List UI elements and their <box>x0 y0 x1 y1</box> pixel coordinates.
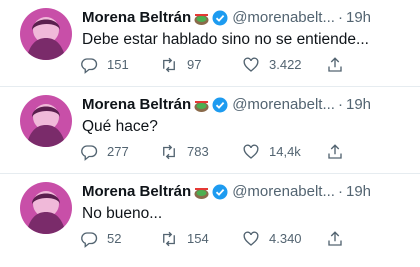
share-icon <box>328 231 342 246</box>
share-button[interactable] <box>326 56 344 74</box>
tweet-feed: Morena Beltrán @morenabelt... · 19h Debe… <box>0 0 420 261</box>
share-button[interactable] <box>326 143 344 161</box>
like-button[interactable]: 4.340 <box>242 230 302 248</box>
retweet-count: 783 <box>187 144 209 159</box>
tweet-actions: 151 97 3.422 <box>80 56 360 76</box>
heart-icon <box>243 57 259 72</box>
tweet[interactable]: Morena Beltrán @morenabelt... · 19h Debe… <box>0 0 420 87</box>
avatar[interactable] <box>20 182 72 234</box>
stadium-emoji-icon <box>194 185 209 200</box>
like-button[interactable]: 14,4k <box>242 143 301 161</box>
author-name[interactable]: Morena Beltrán <box>82 96 191 114</box>
like-button[interactable]: 3.422 <box>242 56 302 74</box>
heart-icon <box>243 144 259 159</box>
reply-count: 52 <box>107 231 122 246</box>
author-handle[interactable]: @morenabelt... <box>232 183 335 201</box>
avatar[interactable] <box>20 8 72 60</box>
tweet-text: Debe estar hablado sino no se entiende..… <box>82 31 369 48</box>
reply-count: 277 <box>107 144 129 159</box>
verified-badge-icon <box>212 10 228 26</box>
reply-button[interactable]: 151 <box>80 56 129 74</box>
stadium-emoji-icon <box>194 11 209 26</box>
heart-icon <box>243 231 259 246</box>
tweet[interactable]: Morena Beltrán @morenabelt... · 19h No b… <box>0 174 420 261</box>
timestamp[interactable]: 19h <box>346 9 371 27</box>
reply-icon <box>81 145 98 161</box>
stadium-emoji-icon <box>194 98 209 113</box>
share-button[interactable] <box>326 230 344 248</box>
reply-count: 151 <box>107 57 129 72</box>
reply-button[interactable]: 52 <box>80 230 121 248</box>
like-count: 14,4k <box>269 144 301 159</box>
like-count: 4.340 <box>269 231 302 246</box>
reply-icon <box>81 58 98 74</box>
retweet-icon <box>163 231 175 247</box>
verified-badge-icon <box>212 184 228 200</box>
reply-button[interactable]: 277 <box>80 143 129 161</box>
tweet-actions: 277 783 14,4k <box>80 143 360 163</box>
author-handle[interactable]: @morenabelt... <box>232 9 335 27</box>
author-name[interactable]: Morena Beltrán <box>82 183 191 201</box>
avatar[interactable] <box>20 95 72 147</box>
retweet-button[interactable]: 97 <box>160 56 201 74</box>
share-icon <box>328 144 342 159</box>
like-count: 3.422 <box>269 57 302 72</box>
retweet-count: 97 <box>187 57 202 72</box>
reply-icon <box>81 232 98 248</box>
author-handle[interactable]: @morenabelt... <box>232 96 335 114</box>
tweet-text: No bueno... <box>82 205 163 222</box>
timestamp[interactable]: 19h <box>346 183 371 201</box>
timestamp[interactable]: 19h <box>346 96 371 114</box>
verified-badge-icon <box>212 97 228 113</box>
share-icon <box>328 57 342 72</box>
author-name[interactable]: Morena Beltrán <box>82 9 191 27</box>
separator: · <box>337 96 343 113</box>
retweet-button[interactable]: 783 <box>160 143 209 161</box>
tweet-actions: 52 154 4.340 <box>80 230 360 250</box>
retweet-button[interactable]: 154 <box>160 230 209 248</box>
separator: · <box>337 9 343 26</box>
separator: · <box>337 183 343 200</box>
retweet-icon <box>163 57 175 73</box>
tweet-text: Qué hace? <box>82 118 158 135</box>
retweet-count: 154 <box>187 231 209 246</box>
retweet-icon <box>163 144 175 160</box>
tweet[interactable]: Morena Beltrán @morenabelt... · 19h Qué … <box>0 87 420 174</box>
